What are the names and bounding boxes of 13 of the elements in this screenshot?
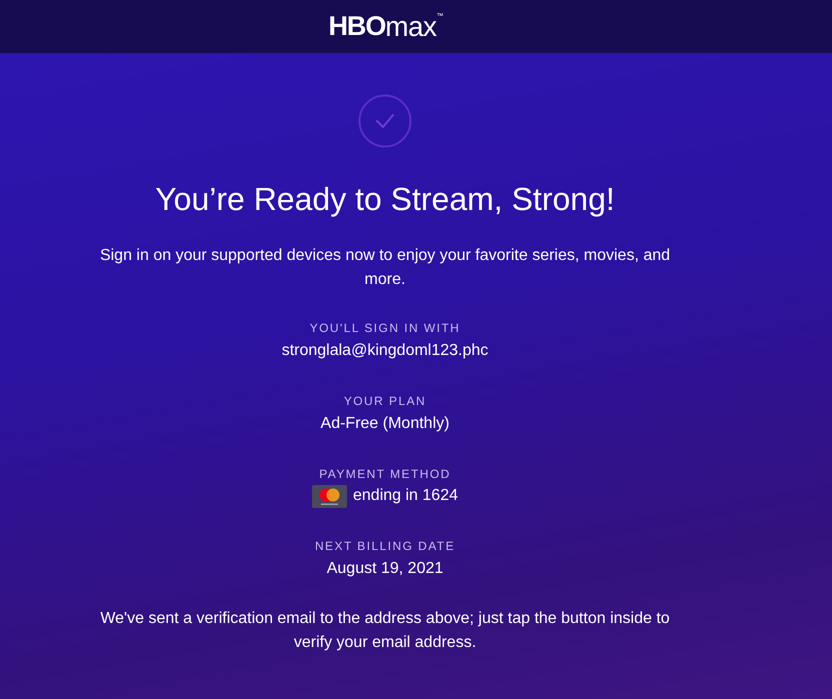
detail-label: NEXT BILLING DATE <box>314 538 456 555</box>
page-title: You’re Ready to Stream, Strong! <box>155 181 615 217</box>
detail-value: ending in 1624 <box>353 486 458 506</box>
intro-message: Sign in on your supported devices now to enjoy your favorite series, movies, and more. <box>98 246 672 290</box>
detail-label: YOUR PLAN <box>344 393 426 410</box>
verification-note: We've sent a verification email to the address above; just tap the button inside to verify your email address. <box>99 609 671 653</box>
card-logo-icon <box>312 484 347 508</box>
detail-value: stronglala@kingdoml123.phc <box>282 341 488 361</box>
detail-label: YOU'LL SIGN IN WITH <box>310 320 460 337</box>
check-circle-icon <box>358 94 412 148</box>
detail-value: Ad-Free (Monthly) <box>320 414 450 434</box>
detail-label: PAYMENT METHOD <box>319 466 451 483</box>
detail-value: August 19, 2021 <box>326 559 444 579</box>
